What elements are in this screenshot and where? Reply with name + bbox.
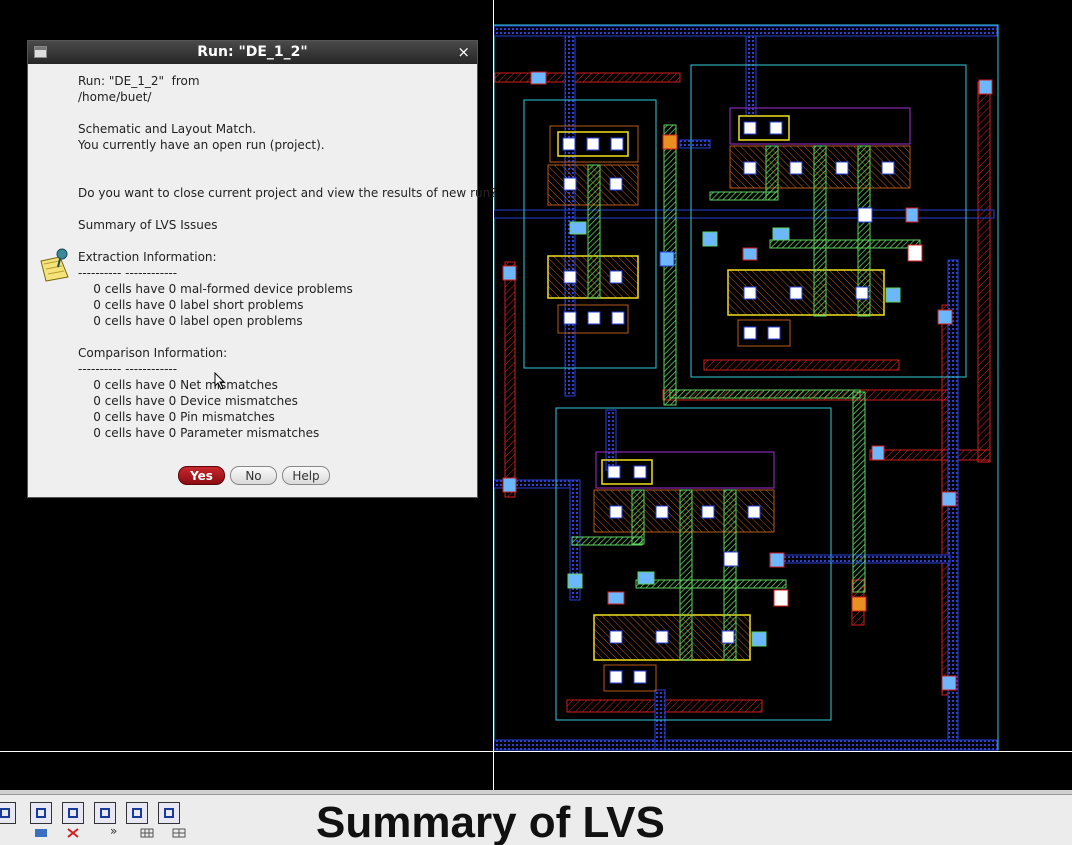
crosshair-horizontal xyxy=(0,751,1072,752)
yes-button[interactable]: Yes xyxy=(178,466,225,485)
message-line: Do you want to close current project and… xyxy=(78,186,497,200)
zoom-fit-icon[interactable] xyxy=(0,802,16,824)
toolbar-separator xyxy=(0,790,1072,795)
message-line xyxy=(78,153,497,169)
message-line: Extraction Information: xyxy=(78,250,217,264)
message-line: ---------- ------------ xyxy=(78,266,178,280)
message-line: Schematic and Layout Match. xyxy=(78,122,257,136)
message-line xyxy=(78,233,497,249)
message-line xyxy=(78,105,497,121)
mouse-cursor-icon xyxy=(214,372,226,390)
dialog-titlebar[interactable]: Run: "DE_1_2" × xyxy=(28,41,477,64)
message-line: 0 cells have 0 Net mismatches xyxy=(78,378,278,392)
bottom-toolbar: » Summary of LVS xyxy=(0,790,1072,845)
message-line: Comparison Information: xyxy=(78,346,228,360)
message-line: 0 cells have 0 mal-formed device problem… xyxy=(78,282,353,296)
zoom-in-icon[interactable] xyxy=(62,802,84,824)
message-line: 0 cells have 0 Pin mismatches xyxy=(78,410,275,424)
dialog-message: Run: "DE_1_2" from/home/buet/Schematic a… xyxy=(78,73,497,441)
ruler-icon[interactable] xyxy=(158,802,180,824)
message-line: 0 cells have 0 Parameter mismatches xyxy=(78,426,320,440)
dialog-title: Run: "DE_1_2" xyxy=(197,44,308,60)
message-line: Run: "DE_1_2" from xyxy=(78,74,200,88)
message-line: You currently have an open run (project)… xyxy=(78,138,325,152)
zoom-out-icon[interactable] xyxy=(94,802,116,824)
dialog-button-row: Yes No Help xyxy=(28,466,477,486)
message-line: 0 cells have 0 label open problems xyxy=(78,314,303,328)
message-line xyxy=(78,201,497,217)
note-icon xyxy=(40,248,69,282)
no-button[interactable]: No xyxy=(230,466,277,485)
message-line: 0 cells have 0 Device mismatches xyxy=(78,394,298,408)
message-line xyxy=(78,169,497,185)
close-icon[interactable]: × xyxy=(457,44,470,60)
message-line: /home/buet/ xyxy=(78,90,152,104)
help-button[interactable]: Help xyxy=(282,466,330,485)
message-line xyxy=(78,329,497,345)
message-line: 0 cells have 0 label short problems xyxy=(78,298,304,312)
message-line: ---------- ------------ xyxy=(78,362,178,376)
message-line: Summary of LVS Issues xyxy=(78,218,218,232)
lvs-run-dialog: Run: "DE_1_2" × Run: "DE_1_2" from/home/… xyxy=(27,40,497,498)
toolbar-overflow-icon[interactable]: » xyxy=(110,824,117,838)
delete-icon[interactable] xyxy=(66,828,80,838)
layer-icon[interactable] xyxy=(34,828,48,838)
grid-icon[interactable] xyxy=(140,828,154,838)
slide-caption: Summary of LVS xyxy=(316,798,665,845)
pan-icon[interactable] xyxy=(126,802,148,824)
select-box-icon[interactable] xyxy=(30,802,52,824)
table-icon[interactable] xyxy=(172,828,186,838)
